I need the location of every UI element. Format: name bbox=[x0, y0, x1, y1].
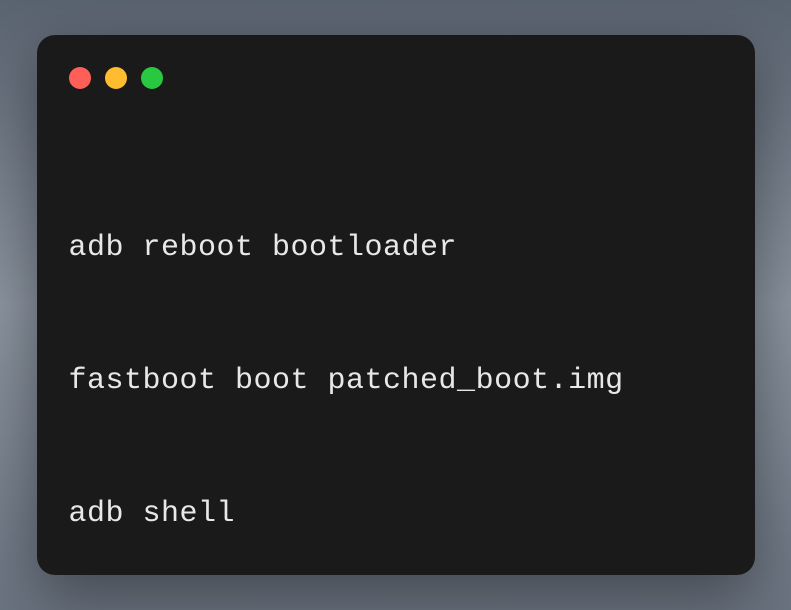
close-icon[interactable] bbox=[69, 67, 91, 89]
terminal-line: adb reboot bootloader bbox=[69, 226, 723, 270]
terminal-output[interactable]: adb reboot bootloader fastboot boot patc… bbox=[69, 137, 723, 575]
window-controls bbox=[69, 67, 723, 89]
terminal-window: adb reboot bootloader fastboot boot patc… bbox=[37, 35, 755, 575]
terminal-line: fastboot boot patched_boot.img bbox=[69, 359, 723, 403]
maximize-icon[interactable] bbox=[141, 67, 163, 89]
minimize-icon[interactable] bbox=[105, 67, 127, 89]
terminal-line: adb shell bbox=[69, 492, 723, 536]
